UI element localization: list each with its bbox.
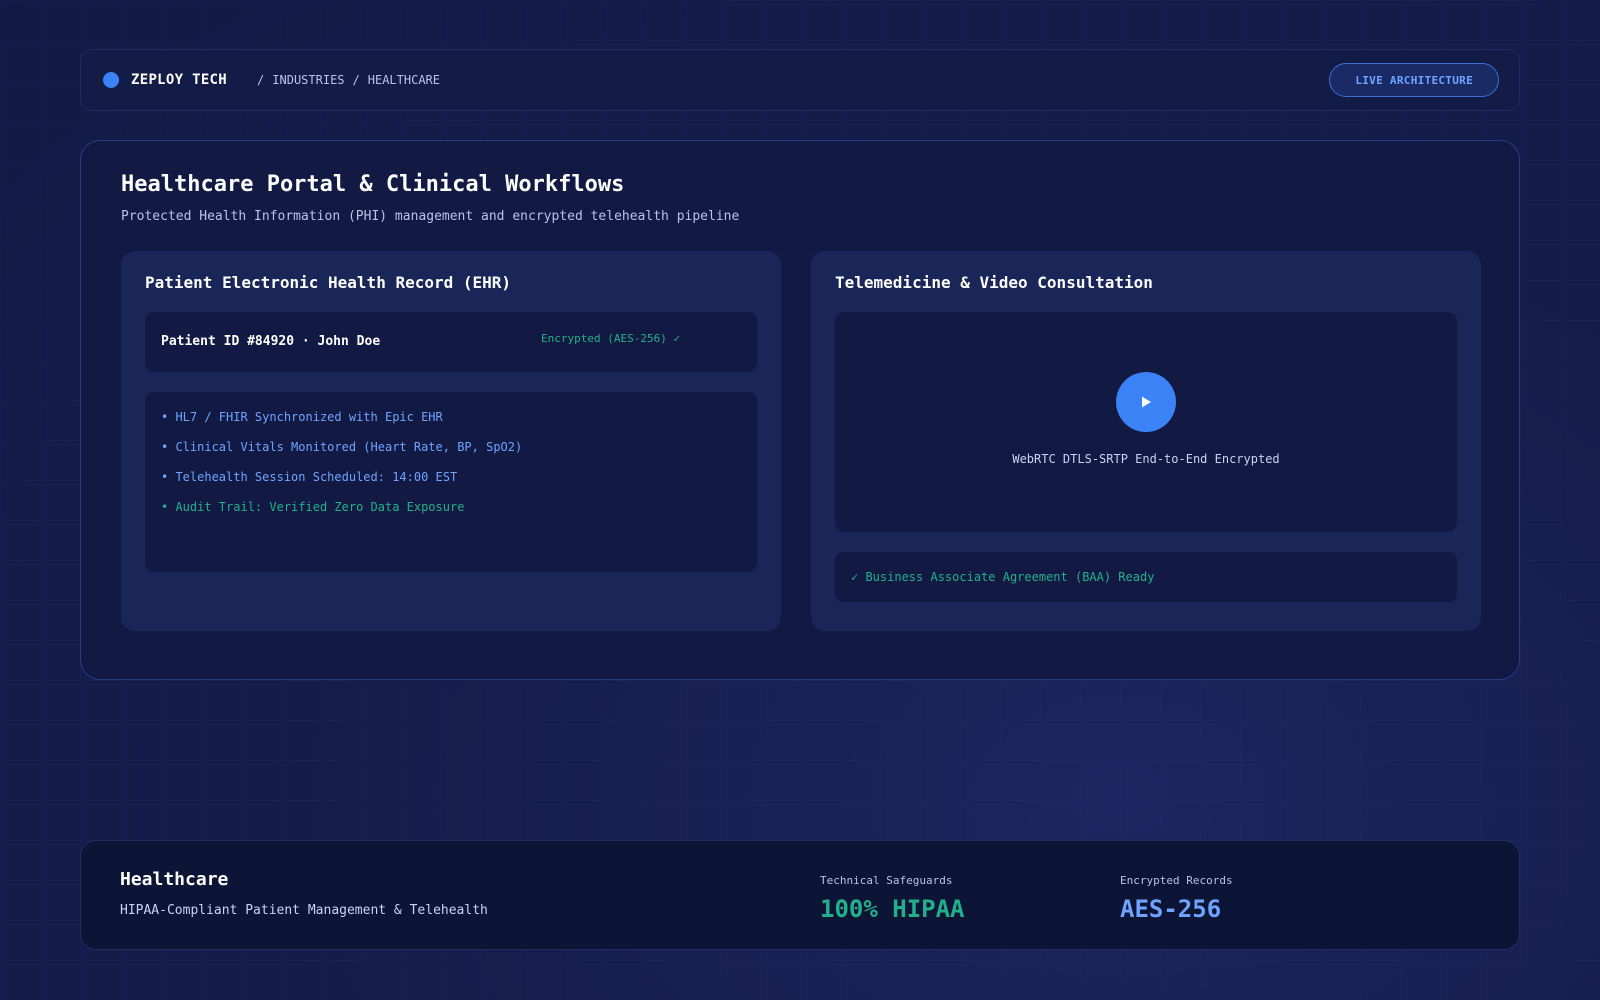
- telemedicine-panel: Telemedicine & Video Consultation WebRTC…: [811, 251, 1481, 631]
- footer-summary: Healthcare HIPAA-Compliant Patient Manag…: [80, 840, 1520, 950]
- list-item: • Clinical Vitals Monitored (Heart Rate,…: [161, 440, 523, 454]
- breadcrumb-item-healthcare[interactable]: HEALTHCARE: [368, 73, 440, 87]
- breadcrumb-separator: /: [257, 73, 265, 87]
- telemedicine-panel-title: Telemedicine & Video Consultation: [835, 273, 1153, 292]
- page-title: Healthcare Portal & Clinical Workflows: [121, 172, 625, 197]
- patient-id: Patient ID #84920 · John Doe: [161, 334, 381, 349]
- video-caption: WebRTC DTLS-SRTP End-to-End Encrypted: [1012, 452, 1280, 466]
- top-nav-bar: ZEPLOY TECH / INDUSTRIES / HEALTHCARE LI…: [80, 49, 1520, 111]
- stat-label: Encrypted Records: [1120, 874, 1233, 887]
- ehr-status-list: • HL7 / FHIR Synchronized with Epic EHR …: [145, 392, 757, 572]
- footer-title: Healthcare: [120, 869, 229, 890]
- stat-value: 100% HIPAA: [820, 895, 965, 923]
- main-card: Healthcare Portal & Clinical Workflows P…: [80, 140, 1520, 680]
- list-item: • Telehealth Session Scheduled: 14:00 ES…: [161, 470, 458, 484]
- stat-value: AES-256: [1120, 895, 1222, 923]
- baa-status-text: ✓ Business Associate Agreement (BAA) Rea…: [851, 570, 1155, 584]
- ehr-panel-title: Patient Electronic Health Record (EHR): [145, 273, 512, 292]
- breadcrumb-item-industries[interactable]: INDUSTRIES: [272, 73, 344, 87]
- list-item: • HL7 / FHIR Synchronized with Epic EHR: [161, 410, 443, 424]
- stat-encrypted-records: Encrypted Records AES-256: [1120, 874, 1233, 923]
- baa-status-banner: ✓ Business Associate Agreement (BAA) Rea…: [835, 552, 1457, 602]
- breadcrumb-separator: /: [352, 73, 360, 87]
- footer-subtitle: HIPAA-Compliant Patient Management & Tel…: [120, 903, 488, 918]
- page-subtitle: Protected Health Information (PHI) manag…: [121, 209, 740, 224]
- encryption-status-badge: Encrypted (AES-256) ✓: [541, 332, 681, 345]
- stat-technical-safeguards: Technical Safeguards 100% HIPAA: [820, 874, 965, 923]
- list-item: • Audit Trail: Verified Zero Data Exposu…: [161, 500, 465, 514]
- patient-record-row[interactable]: Patient ID #84920 · John Doe Encrypted (…: [145, 312, 757, 372]
- video-player[interactable]: WebRTC DTLS-SRTP End-to-End Encrypted: [835, 312, 1457, 532]
- brand-dot-icon: [103, 72, 119, 88]
- play-icon: [1142, 396, 1151, 408]
- brand-name[interactable]: ZEPLOY TECH: [131, 72, 227, 88]
- live-architecture-button[interactable]: LIVE ARCHITECTURE: [1329, 63, 1499, 97]
- breadcrumb: / INDUSTRIES / HEALTHCARE: [257, 73, 440, 87]
- stat-label: Technical Safeguards: [820, 874, 953, 887]
- ehr-panel: Patient Electronic Health Record (EHR) P…: [121, 251, 781, 631]
- play-button[interactable]: [1116, 372, 1176, 432]
